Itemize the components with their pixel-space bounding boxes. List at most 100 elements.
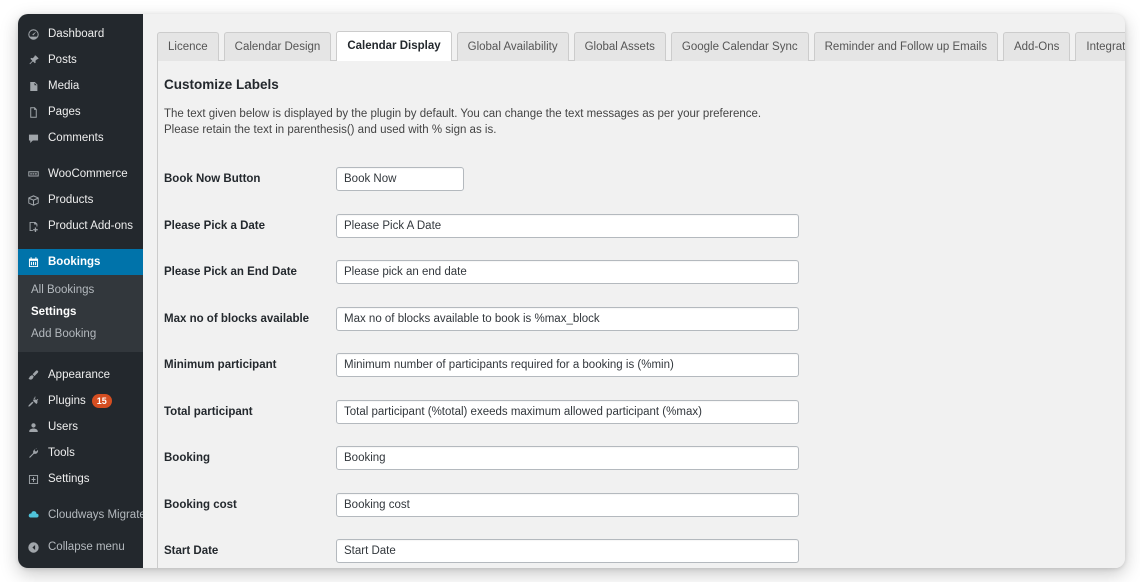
submenu-item-settings[interactable]: Settings: [18, 301, 143, 323]
calendar-icon: [27, 256, 45, 269]
label-start-date: Start Date: [164, 545, 219, 558]
form-row: Total participant: [158, 389, 1125, 436]
sidebar-item-comments[interactable]: Comments: [18, 125, 143, 151]
plugin-icon: [27, 395, 45, 408]
sidebar-main-menu: Dashboard Posts Media Pages Comments WooComme…: [18, 21, 151, 275]
sidebar-item-settings[interactable]: Settings: [18, 466, 143, 492]
sidebar-item-plugins[interactable]: Plugins 15: [18, 388, 143, 414]
tab-add-ons[interactable]: Add-Ons: [1002, 32, 1071, 61]
tab-reminder-and-follow-up-emails[interactable]: Reminder and Follow up Emails: [813, 32, 998, 61]
sidebar-item-label: Cloudways Migrate: [48, 509, 146, 521]
label-please-pick-a-date: Please Pick a Date: [164, 219, 266, 232]
sidebar-item-label: Comments: [48, 132, 104, 144]
sidebar-item-label: Users: [48, 421, 79, 433]
sidebar-item-products[interactable]: Products: [18, 187, 143, 213]
brush-icon: [27, 369, 45, 382]
tab-calendar-design[interactable]: Calendar Design: [223, 32, 332, 61]
input-start-date[interactable]: [336, 539, 799, 564]
label-booking-cost: Booking cost: [164, 498, 237, 511]
form-row: Booking: [158, 435, 1125, 482]
sidebar-item-label: Media: [48, 80, 80, 92]
form-row: Booking cost: [158, 482, 1125, 529]
tab-global-assets[interactable]: Global Assets: [573, 32, 666, 61]
admin-sidebar: Dashboard Posts Media Pages Comments WooComme…: [18, 14, 151, 568]
tab-google-calendar-sync[interactable]: Google Calendar Sync: [670, 32, 809, 61]
input-total-participant[interactable]: [336, 399, 799, 424]
dashboard-icon: [27, 28, 45, 41]
user-icon: [27, 421, 45, 434]
sidebar-item-product-add-ons[interactable]: Product Add-ons: [18, 213, 143, 239]
form-row: Max no of blocks available: [158, 296, 1125, 343]
sidebar-item-tools[interactable]: Tools: [18, 440, 143, 466]
label-book-now-button: Book Now Button: [164, 173, 261, 186]
description-line-2: Please retain the text in parenthesis() …: [164, 124, 497, 136]
sidebar-item-dashboard[interactable]: Dashboard: [18, 21, 143, 47]
customize-labels-form: Book Now Button Please Pick a Date Please …: [158, 156, 1125, 568]
sidebar-item-woocommerce[interactable]: WooCommerce: [18, 161, 143, 187]
admin-content: Licence Calendar Design Calendar Display Gl…: [143, 14, 1125, 568]
sidebar-item-label: Posts: [48, 54, 77, 66]
input-please-pick-a-date[interactable]: [336, 213, 799, 238]
settings-panel: Customize Labels The text given below is…: [157, 61, 1125, 568]
media-icon: [27, 80, 45, 93]
wordpress-admin-window: Dashboard Posts Media Pages Comments WooComme…: [18, 14, 1125, 568]
sidebar-item-bookings[interactable]: Bookings: [18, 249, 151, 275]
form-row: Book Now Button: [158, 156, 1125, 203]
sidebar-item-label: Dashboard: [48, 28, 105, 40]
menu-separator: [18, 352, 143, 362]
label-booking: Booking: [164, 452, 210, 465]
input-please-pick-an-end-date[interactable]: [336, 260, 799, 285]
tab-integrations[interactable]: Integrations: [1075, 32, 1125, 61]
product-addons-icon: [27, 220, 45, 233]
sidebar-item-cloudways-migrate[interactable]: Cloudways Migrate: [18, 502, 146, 528]
pin-icon: [27, 54, 45, 67]
sidebar-footer-menu: Cloudways Migrate Collapse menu: [18, 502, 146, 560]
input-booking-cost[interactable]: [336, 492, 799, 517]
label-please-pick-an-end-date: Please Pick an End Date: [164, 266, 297, 279]
sidebar-item-label: Pages: [48, 106, 81, 118]
sidebar-item-pages[interactable]: Pages: [18, 99, 143, 125]
input-max-no-of-blocks-available[interactable]: [336, 306, 799, 331]
sidebar-item-label: Product Add-ons: [48, 220, 134, 232]
description-line-1: The text given below is displayed by the…: [164, 108, 762, 120]
sidebar-item-appearance[interactable]: Appearance: [18, 362, 143, 388]
input-minimum-participant[interactable]: [336, 353, 799, 378]
bookings-submenu: All Bookings Settings Add Booking: [18, 275, 143, 352]
sidebar-item-posts[interactable]: Posts: [18, 47, 143, 73]
sidebar-item-users[interactable]: Users: [18, 414, 143, 440]
tab-calendar-display[interactable]: Calendar Display: [336, 31, 452, 61]
sidebar-item-label: Bookings: [48, 256, 101, 268]
products-icon: [27, 194, 45, 207]
comments-icon: [27, 132, 45, 145]
sidebar-item-label: WooCommerce: [48, 168, 128, 180]
sidebar-item-collapse-menu[interactable]: Collapse menu: [18, 534, 143, 560]
input-book-now-button[interactable]: [336, 167, 464, 192]
label-minimum-participant: Minimum participant: [164, 359, 277, 372]
submenu-item-all-bookings[interactable]: All Bookings: [18, 279, 143, 301]
cloud-icon: [27, 509, 45, 522]
form-row: Please Pick an End Date: [158, 249, 1125, 296]
collapse-icon: [27, 541, 45, 554]
woocommerce-icon: [27, 168, 45, 181]
label-total-participant: Total participant: [164, 405, 253, 418]
tab-global-availability[interactable]: Global Availability: [456, 32, 569, 61]
sidebar-item-label: Products: [48, 194, 94, 206]
sidebar-item-label: Settings: [48, 473, 90, 485]
sidebar-lower-menu: Appearance Plugins 15 Users Tools Settings: [18, 362, 143, 492]
pages-icon: [27, 106, 45, 119]
sidebar-item-label: Appearance: [48, 369, 111, 381]
page-title: Customize Labels: [164, 77, 279, 92]
tab-licence[interactable]: Licence: [157, 32, 219, 61]
input-booking[interactable]: [336, 446, 799, 471]
form-row: Please Pick a Date: [158, 203, 1125, 250]
menu-separator-2: [18, 492, 143, 502]
submenu-item-add-booking[interactable]: Add Booking: [18, 323, 143, 345]
wrench-icon: [27, 447, 45, 460]
label-max-no-of-blocks-available: Max no of blocks available: [164, 312, 310, 325]
settings-icon: [27, 473, 45, 486]
sidebar-item-media[interactable]: Media: [18, 73, 143, 99]
sidebar-item-label: Tools: [48, 447, 75, 459]
form-row: Start Date: [158, 528, 1125, 568]
plugins-update-badge: 15: [91, 394, 112, 408]
settings-tab-bar: Licence Calendar Design Calendar Display Gl…: [157, 31, 1125, 61]
